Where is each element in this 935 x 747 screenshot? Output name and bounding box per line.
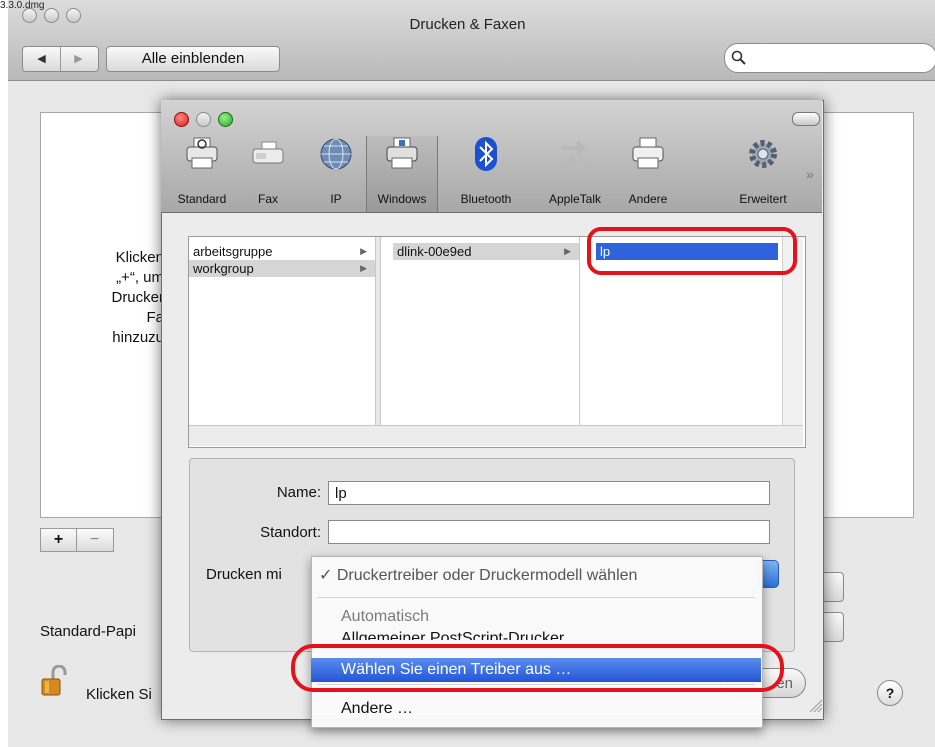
lock-icon[interactable] — [40, 664, 68, 696]
gear-icon — [749, 140, 777, 168]
disclosure-arrow-icon: ▶ — [360, 263, 367, 273]
help-button[interactable]: ? — [877, 680, 903, 706]
printer-icon — [632, 137, 664, 169]
menu-separator — [317, 597, 755, 598]
name-label: Name: — [276, 484, 321, 501]
toolbar-ip[interactable]: IP — [312, 136, 360, 212]
remove-printer-button[interactable]: − — [77, 529, 112, 551]
browser-column-hosts: dlink-00e9ed ▶ — [393, 237, 580, 425]
hint-line: Fa — [146, 309, 164, 326]
fax-icon — [252, 141, 284, 164]
sheet-close-button[interactable] — [174, 112, 189, 127]
annotation-circle-driver — [291, 644, 784, 692]
hint-line: Drucker — [111, 289, 164, 306]
location-field[interactable] — [328, 520, 770, 544]
toolbar-label: Fax — [257, 192, 278, 206]
toolbar-label: Standard — [177, 192, 227, 206]
resize-grip-icon[interactable] — [810, 700, 822, 712]
toolbar-windows[interactable]: Windows — [366, 136, 438, 212]
toolbar-fax[interactable]: Fax — [244, 136, 292, 212]
add-remove-control: + − — [40, 528, 114, 552]
toolbar-erweitert[interactable]: Erweitert — [730, 136, 796, 212]
hint-line: hinzuzu — [112, 329, 164, 346]
disclosure-arrow-icon: ▶ — [360, 246, 367, 256]
window-title: Drucken & Faxen — [409, 16, 526, 33]
toolbar-appletalk[interactable]: AppleTalk — [532, 136, 618, 212]
menu-item-label: Druckertreiber oder Druckermodell wählen — [336, 567, 638, 584]
disclosure-arrow-icon: ▶ — [564, 246, 571, 256]
browser-item-label: workgroup — [193, 261, 254, 276]
toolbar-label: Erweitert — [739, 192, 787, 206]
toolbar-label: Bluetooth — [460, 192, 512, 206]
toolbar-andere[interactable]: Andere — [620, 136, 676, 212]
annotation-circle-lp — [587, 227, 797, 275]
print-using-label: Drucken mi — [206, 566, 282, 583]
toolbar-label: AppleTalk — [548, 192, 602, 206]
printer-icon — [186, 137, 218, 169]
toolbar-toggle-button[interactable] — [792, 112, 820, 126]
menu-item-label: Allgemeiner PostScript-Drucker — [341, 630, 565, 640]
toolbar-overflow-chevron-icon[interactable]: » — [806, 166, 814, 182]
column-divider[interactable] — [376, 237, 381, 425]
menu-item-label: Andere … — [341, 700, 414, 717]
hint-line: Klicken — [115, 249, 164, 266]
windows-printer-icon — [386, 137, 418, 169]
browser-item-workgroup[interactable]: workgroup ▶ — [189, 260, 375, 277]
default-paper-label: Standard-Papi — [40, 623, 136, 640]
bluetooth-icon — [475, 137, 497, 171]
location-label: Standort: — [260, 524, 321, 541]
toolbar-bluetooth[interactable]: Bluetooth — [446, 136, 526, 212]
search-icon — [731, 50, 746, 65]
menu-item-choose-driver[interactable]: ✓ Druckertreiber oder Druckermodell wähl… — [311, 565, 761, 587]
show-all-button[interactable]: Alle einblenden — [106, 46, 280, 72]
sheet-minimize-button[interactable] — [196, 112, 211, 127]
globe-icon — [320, 138, 352, 170]
printer-list-hint: Klicken „+“, um Drucker Fa hinzuzu — [40, 248, 164, 348]
menu-item-label: Automatisch — [341, 608, 430, 625]
menu-item-andere[interactable]: Andere … — [311, 698, 761, 720]
nav-back-forward: ◀ ▶ — [22, 46, 99, 72]
lock-hint-text: Klicken Si — [86, 686, 152, 703]
back-button[interactable]: ◀ — [23, 47, 61, 71]
name-field[interactable]: lp — [328, 481, 770, 505]
browser-item-label: dlink-00e9ed — [397, 244, 472, 259]
horizontal-scrollbar[interactable] — [189, 425, 803, 446]
toolbar-label: IP — [330, 192, 342, 206]
search-field[interactable] — [724, 43, 935, 73]
toolbar-label: Windows — [377, 192, 427, 206]
add-printer-button[interactable]: + — [41, 529, 77, 551]
browser-item-dlink[interactable]: dlink-00e9ed ▶ — [393, 243, 579, 260]
browser-item-arbeitsgruppe[interactable]: arbeitsgruppe ▶ — [189, 243, 375, 260]
hint-line: „+“, um — [116, 269, 164, 286]
toolbar-label: Andere — [628, 192, 668, 206]
menu-item-automatisch: Automatisch — [311, 606, 761, 628]
browser-item-label: arbeitsgruppe — [193, 244, 273, 259]
menu-item-postscript[interactable]: Allgemeiner PostScript-Drucker — [311, 628, 761, 640]
toolbar-standard[interactable]: Standard — [170, 136, 234, 212]
appletalk-icon — [561, 140, 589, 170]
forward-button[interactable]: ▶ — [60, 47, 97, 71]
sheet-zoom-button[interactable] — [218, 112, 233, 127]
browser-column-workgroups: arbeitsgruppe ▶ workgroup ▶ — [189, 237, 376, 425]
desktop-file-label: 3.3.0.dmg — [0, 0, 45, 11]
checkmark-icon: ✓ — [319, 567, 333, 584]
